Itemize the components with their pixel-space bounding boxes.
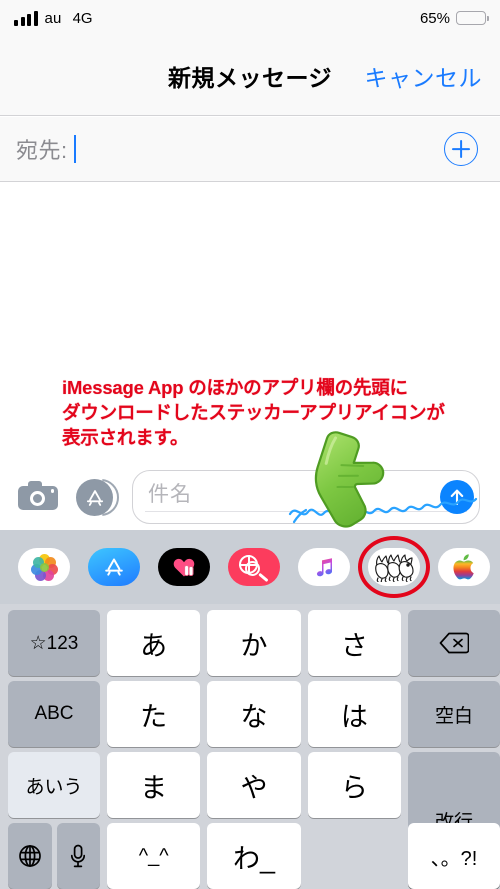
key-た[interactable]: た — [107, 681, 201, 747]
cancel-button[interactable]: キャンセル — [365, 59, 483, 93]
subject-divider — [145, 511, 467, 512]
key-microphone-key-icon[interactable] — [56, 823, 100, 889]
app-drawer-item-photos[interactable] — [18, 548, 70, 586]
key-label: ABC — [34, 703, 74, 724]
key-ABC[interactable]: ABC — [8, 681, 100, 747]
key-か[interactable]: か — [207, 610, 301, 676]
key-label: は — [340, 701, 368, 732]
key-な[interactable]: な — [207, 681, 301, 747]
key-label: た — [140, 701, 168, 732]
key-わ_[interactable]: わ_ — [207, 823, 301, 889]
status-bar-left: au 4G — [14, 9, 93, 27]
red-ellipse-highlight — [358, 536, 430, 598]
app-drawer-item-apple[interactable] — [438, 548, 490, 586]
key-あ[interactable]: あ — [107, 610, 201, 676]
key-label: あいう — [25, 776, 83, 798]
text-cursor — [73, 135, 77, 163]
key-さ[interactable]: さ — [307, 610, 401, 676]
key-、。?![interactable]: 、。?! — [408, 823, 500, 889]
apple-rainbow-logo-icon — [453, 554, 474, 580]
carrier-label: au — [44, 9, 62, 27]
plus-circle-icon[interactable] — [444, 132, 478, 166]
key-☆123[interactable]: ☆123 — [8, 610, 100, 676]
globe-key-icon — [18, 845, 41, 867]
key-label: ら — [340, 772, 368, 803]
battery-percent-label: 65% — [419, 9, 450, 27]
key-label: わ_ — [232, 843, 275, 874]
signal-bars-icon — [14, 10, 38, 26]
key-label: ☆123 — [29, 632, 79, 654]
recipient-field-row[interactable]: 宛先: — [0, 117, 500, 182]
app-drawer-item-digital-touch[interactable] — [158, 548, 210, 586]
key-label: さ — [340, 630, 368, 661]
app-drawer-item-app-store[interactable] — [88, 548, 140, 586]
status-bar-right: 65% — [419, 9, 489, 27]
key-や[interactable]: や — [207, 752, 301, 818]
navigation-bar: 新規メッセージ キャンセル — [0, 36, 500, 116]
message-text-field[interactable]: 件名 — [132, 470, 480, 524]
app-drawer-item-music[interactable] — [298, 548, 350, 586]
send-arrow-up-icon — [450, 489, 464, 505]
key-ら[interactable]: ら — [307, 752, 401, 818]
send-button[interactable] — [440, 480, 474, 514]
key-あいう[interactable]: あいう — [8, 752, 100, 818]
app-drawer-item-sticker-app[interactable] — [358, 536, 430, 598]
status-bar: au 4G 65% — [0, 0, 500, 36]
images-globe-search-icon — [228, 548, 280, 586]
recipient-label: 宛先: — [16, 138, 68, 163]
key-label: 空白 — [434, 705, 473, 727]
microphone-key-icon — [71, 844, 86, 868]
key-空白[interactable]: 空白 — [408, 681, 500, 747]
page-title: 新規メッセージ — [167, 64, 333, 91]
digital-touch-heart-icon — [172, 556, 196, 578]
key-globe-key-icon[interactable] — [8, 823, 52, 889]
key-は[interactable]: は — [307, 681, 401, 747]
japanese-kana-keyboard: ☆123あかさABCたなは空白あいうまやら改行^_^わ_、。?! — [0, 604, 500, 889]
battery-icon — [456, 11, 489, 25]
key-label: あ — [140, 630, 168, 661]
app-drawer-item-images[interactable] — [228, 548, 280, 586]
key-label: か — [240, 630, 268, 661]
app-store-icon — [105, 558, 123, 576]
imessage-app-drawer — [0, 530, 500, 604]
key-^_^[interactable]: ^_^ — [107, 823, 201, 889]
photos-pinwheel-icon — [30, 553, 58, 581]
subject-placeholder: 件名 — [148, 483, 192, 506]
key-label: ^_^ — [138, 844, 169, 867]
app-store-icon[interactable] — [74, 475, 119, 519]
key-label: や — [240, 772, 268, 803]
message-input-row: 件名 — [0, 464, 500, 530]
key-ま[interactable]: ま — [107, 752, 201, 818]
apple-music-note-icon — [316, 558, 332, 577]
network-type-label: 4G — [72, 9, 93, 27]
key-label: な — [240, 701, 268, 732]
imessage-new-message-screen: au 4G 65% 新規メッセージ キャンセル 宛先: iMessage App… — [0, 0, 500, 889]
key-label: ま — [140, 772, 168, 803]
key-label: 、。?! — [430, 847, 478, 870]
camera-icon[interactable] — [16, 475, 60, 519]
key-delete-key-icon[interactable] — [408, 610, 500, 676]
battery-cap — [486, 16, 489, 21]
delete-key-icon — [439, 632, 469, 654]
